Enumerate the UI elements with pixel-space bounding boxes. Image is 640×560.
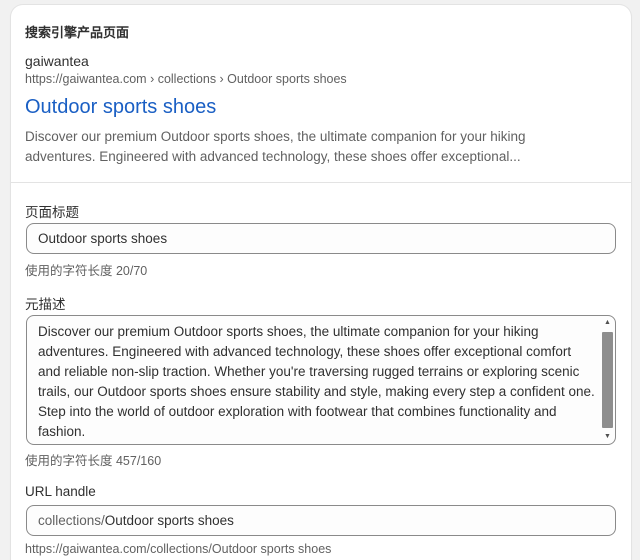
preview-url: https://gaiwantea.com › collections › Ou… [25,72,347,86]
url-handle-label: URL handle [25,484,96,499]
meta-description-label: 元描述 [25,297,66,312]
divider [11,182,631,183]
preview-description: Discover our premium Outdoor sports shoe… [25,129,526,164]
textarea-scrollbar[interactable]: ▲ ▼ [602,318,613,442]
meta-description-textarea[interactable]: Discover our premium Outdoor sports shoe… [26,315,616,445]
page-title-char-count: 使用的字符长度 20/70 [25,264,148,278]
scroll-thumb[interactable] [602,332,613,428]
section-title: 搜索引擎产品页面 [25,25,130,40]
scroll-up-arrow-icon[interactable]: ▲ [602,318,613,328]
seo-card: 搜索引擎产品页面 gaiwantea https://gaiwantea.com… [11,5,631,560]
preview-title-link[interactable]: Outdoor sports shoes [25,96,216,119]
scroll-down-arrow-icon[interactable]: ▼ [602,432,613,442]
page-title-label: 页面标题 [25,205,79,220]
preview-site-name: gaiwantea [25,53,89,69]
meta-description-text[interactable]: Discover our premium Outdoor sports shoe… [38,322,596,442]
url-handle-input[interactable]: collections/Outdoor sports shoes [26,505,616,536]
url-handle-full-url: https://gaiwantea.com/collections/Outdoo… [25,542,332,556]
url-handle-prefix: collections/ [38,513,105,528]
url-handle-value[interactable]: Outdoor sports shoes [105,513,234,528]
page-title-input[interactable]: Outdoor sports shoes [26,223,616,254]
meta-description-char-count: 使用的字符长度 457/160 [25,454,162,468]
